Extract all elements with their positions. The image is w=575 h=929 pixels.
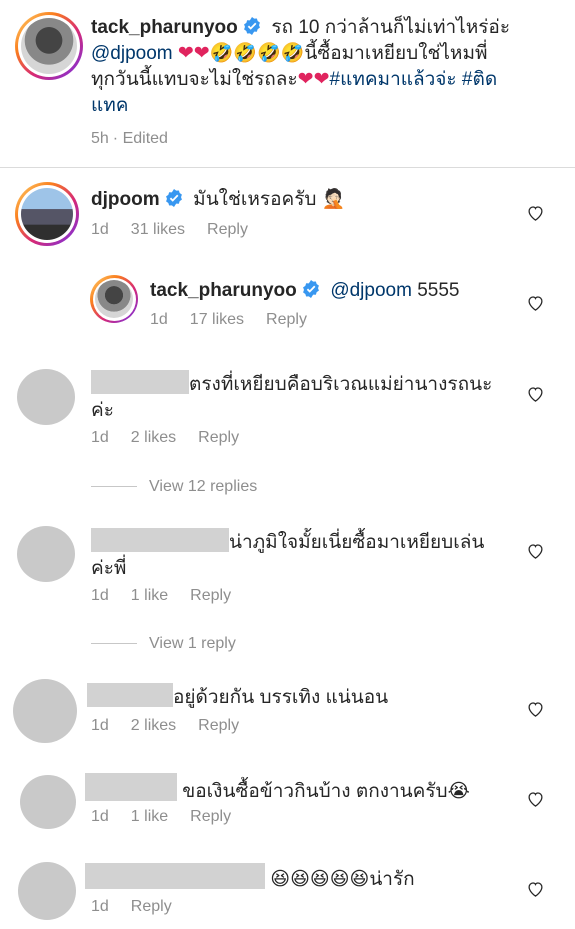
verified-badge-icon: [302, 280, 319, 298]
heart-icon[interactable]: [527, 295, 544, 311]
comment: อยู่ด้วยกัน บรรเทิง แน่นอน: [87, 683, 517, 711]
username[interactable]: tack_pharunyoo: [150, 280, 297, 301]
caption-text-3: ทุกวันนี้แทบจะไม่ใช่รถละ: [91, 69, 298, 90]
view-replies-button[interactable]: View 1 reply: [91, 635, 236, 653]
comment-text: ขอเงินซื้อข้าวกินบ้าง ตกงานครับ😭: [182, 781, 470, 802]
comment-time: 1d: [91, 429, 109, 446]
reply-button[interactable]: Reply: [190, 587, 231, 604]
reply-button[interactable]: Reply: [131, 898, 172, 915]
caption-emojis-2: ❤❤: [297, 69, 330, 90]
edited-label: · Edited: [112, 130, 168, 147]
divider: [91, 486, 137, 488]
blurred-username[interactable]: [91, 528, 229, 552]
comment-meta: 1d 2 likes Reply: [91, 717, 261, 735]
avatar[interactable]: [90, 275, 138, 323]
heart-icon[interactable]: [527, 791, 544, 807]
likes-count[interactable]: 1 like: [131, 808, 168, 825]
heart-icon[interactable]: [527, 881, 544, 897]
reply-button[interactable]: Reply: [207, 221, 248, 238]
hashtag-link-2[interactable]: #ติด: [462, 69, 497, 90]
comment: ตรงที่เหยียบคือบริเวณแม่ย่านางรถนะ ค่ะ: [91, 370, 511, 424]
caption-text-2: นี้ซื้อมาเหยียบใช่ไหมพี่: [304, 43, 488, 64]
comment-meta: 1d 1 like Reply: [91, 587, 253, 605]
post-time: 5h: [91, 130, 109, 147]
verified-badge-icon: [243, 17, 260, 35]
comment-text: ตรงที่เหยียบคือบริเวณแม่ย่านางรถนะ: [189, 374, 493, 395]
mention-link[interactable]: @djpoom: [330, 280, 412, 301]
likes-count[interactable]: 1 like: [131, 587, 168, 604]
comment-text-2: ค่ะ: [91, 400, 114, 421]
comment-time: 1d: [150, 311, 168, 328]
post-caption: tack_pharunyoo รถ 10 กว่าล้านก็ไม่เท่าไห…: [91, 15, 561, 119]
likes-count[interactable]: 2 likes: [131, 429, 176, 446]
view-replies-label[interactable]: View 1 reply: [149, 635, 236, 652]
avatar[interactable]: [17, 526, 75, 582]
comment-text: มันใช่เหรอครับ 🤦🏻: [193, 189, 346, 210]
comment-text: อยู่ด้วยกัน บรรเทิง แน่นอน: [173, 687, 389, 708]
comment-time: 1d: [91, 898, 109, 915]
comment: น่าภูมิใจมั้ยเนี่ยซื้อมาเหยียบเล่น ค่ะพี…: [91, 528, 511, 582]
reply-button[interactable]: Reply: [190, 808, 231, 825]
hashtag-link-2-cont[interactable]: แทค: [91, 95, 128, 116]
view-replies-label[interactable]: View 12 replies: [149, 478, 257, 495]
comment-meta: 1d 31 likes Reply: [91, 221, 270, 239]
comment-text: 😆😆😆😆😆น่ารัก: [270, 869, 415, 890]
username[interactable]: tack_pharunyoo: [91, 17, 238, 38]
post-meta: 5h · Edited: [91, 130, 190, 148]
divider: [0, 167, 575, 168]
verified-badge-icon: [165, 189, 182, 207]
reply-button[interactable]: Reply: [198, 717, 239, 734]
likes-count[interactable]: 2 likes: [131, 717, 176, 734]
view-replies-button[interactable]: View 12 replies: [91, 478, 257, 496]
heart-icon[interactable]: [527, 386, 544, 402]
reply-button[interactable]: Reply: [266, 311, 307, 328]
blurred-username[interactable]: [85, 863, 265, 889]
comment: 😆😆😆😆😆น่ารัก: [85, 863, 525, 893]
avatar[interactable]: [18, 862, 76, 920]
avatar[interactable]: [20, 775, 76, 829]
comment-text: น่าภูมิใจมั้ยเนี่ยซื้อมาเหยียบเล่น: [229, 532, 485, 553]
comment-time: 1d: [91, 221, 109, 238]
heart-icon[interactable]: [527, 543, 544, 559]
comment-meta: 1d 17 likes Reply: [150, 311, 329, 329]
avatar[interactable]: [15, 182, 79, 246]
avatar[interactable]: [13, 679, 77, 743]
avatar[interactable]: [17, 369, 75, 425]
likes-count[interactable]: 31 likes: [131, 221, 185, 238]
hashtag-link[interactable]: #แทคมาแล้วจ่ะ: [330, 69, 457, 90]
comment-meta: 1d Reply: [91, 898, 194, 916]
mention-link[interactable]: @djpoom: [91, 43, 173, 64]
username[interactable]: djpoom: [91, 189, 160, 210]
comment-text: 5555: [417, 280, 460, 301]
comment-text-2: ค่ะพี่: [91, 558, 127, 579]
caption-text: รถ 10 กว่าล้านก็ไม่เท่าไหร่อ่ะ: [271, 17, 511, 38]
avatar[interactable]: [15, 12, 83, 80]
comment-time: 1d: [91, 587, 109, 604]
comment-meta: 1d 1 like Reply: [91, 808, 253, 826]
divider: [91, 643, 137, 645]
heart-icon[interactable]: [527, 205, 544, 221]
likes-count[interactable]: 17 likes: [190, 311, 244, 328]
blurred-username[interactable]: [91, 370, 189, 394]
blurred-username[interactable]: [87, 683, 173, 707]
heart-icon[interactable]: [527, 701, 544, 717]
comment-time: 1d: [91, 717, 109, 734]
blurred-username[interactable]: [85, 773, 177, 801]
comment: djpoom มันใช่เหรอครับ 🤦🏻: [91, 187, 345, 213]
caption-emojis: ❤❤🤣🤣🤣🤣: [177, 43, 305, 64]
comment-time: 1d: [91, 808, 109, 825]
comment: ขอเงินซื้อข้าวกินบ้าง ตกงานครับ😭: [85, 773, 515, 805]
reply-comment: tack_pharunyoo @djpoom 5555: [150, 278, 460, 304]
comment-meta: 1d 2 likes Reply: [91, 429, 261, 447]
reply-button[interactable]: Reply: [198, 429, 239, 446]
